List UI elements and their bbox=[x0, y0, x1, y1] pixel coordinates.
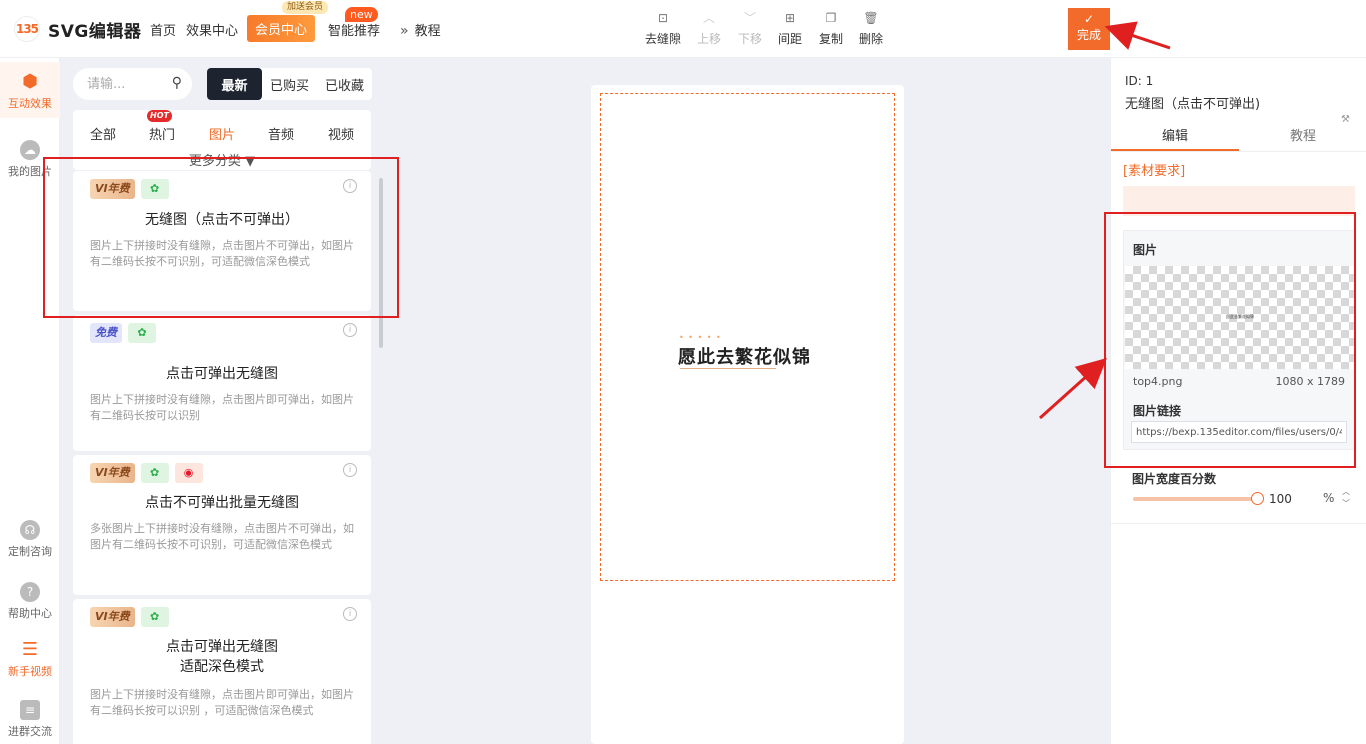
tool-copy[interactable]: ❐ 复制 bbox=[811, 10, 851, 47]
tab-tutorial[interactable]: 教程 bbox=[1239, 122, 1366, 151]
vip-center-button[interactable]: 会员中心 bbox=[247, 15, 315, 42]
check-icon: ✓ bbox=[1083, 12, 1095, 26]
vip-badge: VI年费 bbox=[90, 607, 135, 627]
material-requirements-link[interactable]: [素材要求] bbox=[1123, 160, 1185, 179]
free-badge: 免费 bbox=[90, 323, 122, 343]
question-icon: ? bbox=[20, 582, 40, 602]
headset-icon: ☊ bbox=[20, 520, 40, 540]
component-id: ID: 1 bbox=[1125, 74, 1154, 88]
nav-effects-center[interactable]: 效果中心 bbox=[186, 20, 238, 39]
card-badges: VI年费 ✿ bbox=[90, 607, 169, 627]
card-badges: VI年费 ✿ ◉ bbox=[90, 463, 203, 483]
category-all[interactable]: 全部 bbox=[90, 124, 116, 143]
card-desc: 多张图片上下拼接时没有缝隙，点击图片不可弹出，如图片有二维码长按不可识别，可适配… bbox=[90, 522, 354, 551]
logo-mark: 135 bbox=[14, 16, 40, 42]
logo[interactable]: 135 SVG编辑器 bbox=[14, 16, 141, 42]
done-button[interactable]: ✓ 完成 bbox=[1068, 8, 1110, 50]
width-slider-track[interactable] bbox=[1133, 497, 1257, 501]
card-title: 点击可弹出无缝图 bbox=[166, 366, 278, 382]
filter-group: 最新 已购买 已收藏 bbox=[207, 68, 372, 100]
new-tag: new bbox=[345, 7, 378, 22]
stepper-up-icon[interactable]: ︿ bbox=[1341, 486, 1351, 498]
filter-latest[interactable]: 最新 bbox=[207, 68, 262, 100]
double-chevron-right-icon: » bbox=[400, 23, 409, 39]
card-desc: 图片上下拼接时没有缝隙，点击图片即可弹出，如图片有二维码长按可以识别 ，可适配微… bbox=[90, 688, 354, 717]
wechat-icon: ✿ bbox=[140, 607, 169, 627]
annotation-box bbox=[1104, 212, 1356, 468]
canvas-image-text: 愿此去繁花似锦 bbox=[678, 347, 811, 368]
tool-move-down[interactable]: ﹀ 下移 bbox=[730, 10, 770, 47]
card-title: 点击可弹出无缝图 适配深色模式 bbox=[166, 639, 278, 675]
video-board-icon: ☰ bbox=[21, 639, 39, 660]
canvas-decor-dots: • • • • • bbox=[679, 333, 722, 342]
category-audio[interactable]: 音频 bbox=[268, 124, 294, 143]
selected-component-outline[interactable] bbox=[600, 93, 895, 581]
effect-card[interactable]: VI年费 ✿ i 点击可弹出无缝图 适配深色模式 图片上下拼接时没有缝隙，点击图… bbox=[73, 599, 371, 744]
tool-delete[interactable]: 🗑 删除 bbox=[851, 10, 891, 47]
nav-home[interactable]: 首页 bbox=[150, 20, 176, 39]
tab-edit[interactable]: 编辑 bbox=[1111, 122, 1239, 151]
divider bbox=[1111, 523, 1366, 524]
info-icon[interactable]: i bbox=[343, 323, 357, 337]
category-image[interactable]: 图片 bbox=[209, 124, 235, 143]
weibo-icon: ◉ bbox=[174, 463, 203, 483]
info-icon[interactable]: i bbox=[343, 463, 357, 477]
effect-card[interactable]: VI年费 ✿ ◉ i 点击不可弹出批量无缝图 多张图片上下拼接时没有缝隙，点击图… bbox=[73, 455, 371, 595]
image-width-label: 图片宽度百分数 bbox=[1132, 472, 1217, 486]
vip-badge: VI年费 bbox=[90, 463, 135, 483]
info-icon[interactable]: i bbox=[343, 607, 357, 621]
nav-smart-recommend[interactable]: 智能推荐 bbox=[328, 20, 380, 39]
document-icon: ≡ bbox=[20, 700, 40, 720]
width-slider-handle[interactable] bbox=[1251, 492, 1264, 505]
top-bar: 135 SVG编辑器 首页 效果中心 会员中心 加送会员 智能推荐 new » 教… bbox=[0, 0, 1366, 58]
category-video[interactable]: 视频 bbox=[328, 124, 354, 143]
component-name: 无缝图（点击不可弹出) bbox=[1125, 97, 1261, 112]
card-title: 点击不可弹出批量无缝图 bbox=[145, 495, 299, 511]
effect-card[interactable]: 免费 ✿ i 点击可弹出无缝图 图片上下拼接时没有缝隙，点击图片即可弹出，如图片… bbox=[73, 315, 371, 451]
vip-promo-tag: 加送会员 bbox=[282, 1, 329, 14]
width-unit: % bbox=[1323, 491, 1335, 505]
tool-spacing[interactable]: ⊞ 间距 bbox=[770, 10, 810, 47]
filter-purchased[interactable]: 已购买 bbox=[262, 68, 317, 100]
tutorial-label: 教程 bbox=[414, 24, 441, 39]
stepper-down-icon[interactable]: ﹀ bbox=[1341, 498, 1351, 510]
tutorial-toggle[interactable]: » 教程 bbox=[400, 20, 441, 39]
tool-remove-gap[interactable]: ⊡ 去缝隙 bbox=[643, 10, 683, 47]
tool-move-up[interactable]: ︿ 上移 bbox=[689, 10, 729, 47]
spacing-icon: ⊞ bbox=[784, 11, 796, 25]
cube-icon: ⬢ bbox=[22, 71, 38, 92]
cloud-upload-icon: ☁ bbox=[20, 140, 40, 160]
category-hot[interactable]: 热门 bbox=[149, 124, 175, 143]
search-icon[interactable]: ⚲ bbox=[172, 75, 182, 91]
rail-join-group[interactable]: ≡ 进群交流 bbox=[0, 700, 60, 739]
copy-icon: ❐ bbox=[825, 11, 837, 25]
wechat-icon: ✿ bbox=[140, 463, 169, 483]
chevron-up-icon: ︿ bbox=[702, 11, 715, 25]
rail-beginner-video[interactable]: ☰ 新手视频 bbox=[0, 640, 60, 679]
width-stepper[interactable]: ︿ ﹀ bbox=[1341, 486, 1351, 510]
arrow-to-image-settings bbox=[1038, 357, 1107, 420]
card-desc: 图片上下拼接时没有缝隙，点击图片即可弹出，如图片有二维码长按可以识别 bbox=[90, 393, 354, 422]
rail-help-center[interactable]: ? 帮助中心 bbox=[0, 582, 60, 621]
filter-favorited[interactable]: 已收藏 bbox=[317, 68, 372, 100]
rail-interactive-effects[interactable]: ⬢ 互动效果 bbox=[0, 62, 60, 118]
search-box: ⚲ bbox=[73, 68, 192, 100]
search-input[interactable] bbox=[87, 74, 157, 94]
hot-badge: HOT bbox=[147, 110, 172, 122]
wechat-icon: ✿ bbox=[128, 323, 156, 343]
seam-icon: ⊡ bbox=[657, 11, 669, 25]
annotation-box bbox=[43, 157, 399, 318]
canvas-decor-line bbox=[680, 368, 776, 369]
logo-text: SVG编辑器 bbox=[48, 21, 142, 42]
chevron-down-icon: ﹀ bbox=[743, 11, 756, 25]
trash-icon: 🗑 bbox=[863, 11, 879, 25]
card-badges: 免费 ✿ bbox=[90, 323, 156, 343]
property-tabs: 编辑 教程 bbox=[1111, 122, 1366, 152]
rail-custom-consult[interactable]: ☊ 定制咨询 bbox=[0, 520, 60, 559]
